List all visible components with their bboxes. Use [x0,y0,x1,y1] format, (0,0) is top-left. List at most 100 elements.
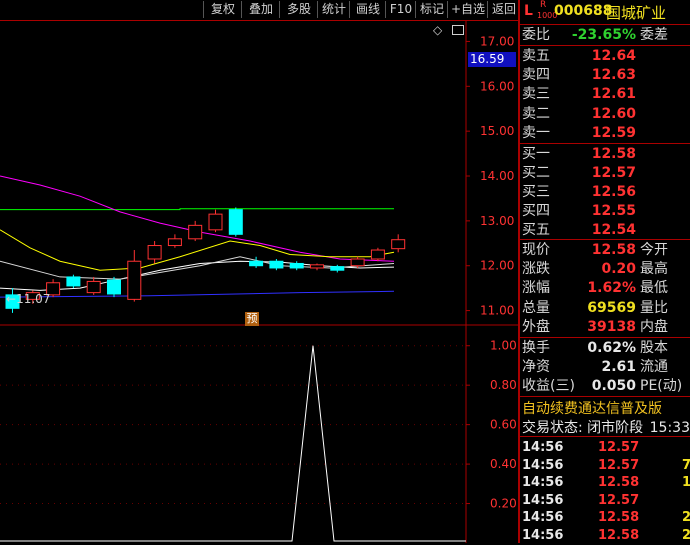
low-marker-value: 11.07 [16,292,51,306]
ma-line-green [0,208,394,211]
fund-row-value: 2.61 [601,359,636,375]
weibi-label: 委比 [522,27,550,43]
quote-row-label: 现价 [522,242,550,258]
price-tag: 16.59 [468,52,516,67]
ask-row: 卖四 12.63 [520,66,690,84]
quote-row-value: 12.58 [591,242,636,258]
notice-banner[interactable]: 自动续费通达信普及版 [522,398,662,418]
tick-volume: 2 [682,510,690,526]
fund-row-label2: 股本 [640,340,668,356]
tick-time: 14:56 [522,457,564,473]
tick-time: 14:56 [522,475,564,491]
quote-row-label2: 量比 [640,299,668,316]
window-icon[interactable] [452,25,464,35]
candle-body-down [289,262,304,269]
fund-row-label2: PE(动) [640,378,683,394]
bid-row-value: 12.58 [591,146,636,162]
ask-row-value: 12.63 [591,67,636,84]
quote-row: 总量 69569 量比 [520,299,690,317]
price-axis-label: 14.00 [480,169,514,183]
quote-row-label2: 今开 [640,242,668,258]
fund-row: 收益(三) 0.050 PE(动) [520,377,690,395]
candle-body-up [127,260,142,300]
tick-price: 12.57 [598,492,640,508]
ask-row: 卖一 12.59 [520,124,690,142]
candle-body-up [188,224,203,240]
fund-row: 换手 0.62% 股本 [520,339,690,357]
sub-axis-label: 0.80 [490,378,517,392]
ask-row-label: 卖二 [522,105,550,122]
toolbar-button-3[interactable]: 统计 [317,1,350,18]
sub-axis-label: 0.20 [490,497,517,511]
trade-status-text: 交易状态: 闭市阶段 [522,420,644,436]
quote-row-value: 69569 [587,299,636,316]
low-marker-label: ←11.07 [6,292,51,306]
bid-row: 买四 12.55 [520,202,690,220]
sub-series-line [0,345,466,542]
tick-price: 12.58 [598,510,640,526]
trade-status: 交易状态: 闭市阶段 15:33 [522,417,690,437]
candle-body-down [249,260,264,267]
candle-body-down [228,209,243,235]
kline-chart[interactable]: 17.00 16.00 15.00 14.00 13.00 12.00 11.00 1.00 0… [0,20,518,543]
bid-row-value: 12.57 [591,165,636,181]
fund-row: 净资 2.61 流通 [520,358,690,376]
tick-volume: 7 [682,457,690,473]
divider [520,396,690,397]
tick-volume: 2 [682,528,690,543]
ask-row-value: 12.59 [591,124,636,141]
fund-row-label: 换手 [522,340,550,356]
ask-row-value: 12.64 [591,48,636,64]
fund-row-label: 收益(三) [522,378,575,394]
pre-badge: 预 [245,312,259,326]
bid-row-label: 买二 [522,165,550,181]
divider [520,24,690,25]
stock-code: 000688 [554,3,613,19]
tick-time: 14:56 [522,492,564,508]
fund-row-value: 0.050 [591,378,636,394]
toolbar-button-0[interactable]: 复权 [203,1,242,18]
divider [520,436,690,437]
ask-row: 卖二 12.60 [520,105,690,123]
quote-row-label2: 最高 [640,261,668,278]
price-axis-label: 12.00 [480,259,514,273]
fund-row-label: 净资 [522,359,550,375]
tick-time: 14:56 [522,440,564,455]
candle-body-down [107,279,121,295]
tick-price: 12.57 [598,457,640,473]
ask-row: 卖五 12.64 [520,47,690,65]
sub-axis-label: 0.40 [490,457,517,471]
ask-row: 卖三 12.61 [520,85,690,103]
stock-name: 国城矿业 [606,4,667,22]
diamond-icon[interactable]: ◇ [433,23,442,37]
divider [520,239,690,240]
candle-body-up [208,213,223,231]
toolbar-button-7[interactable]: +自选 [447,1,488,18]
bid-row-label: 买五 [522,222,550,238]
toolbar-button-5[interactable]: F10 [385,1,416,18]
r-badge-top: R [540,0,547,10]
tick-time: 14:56 [522,510,564,526]
bid-row-label: 买四 [522,203,550,219]
bid-row-value: 12.56 [591,184,636,200]
quote-row-label: 总量 [522,299,550,316]
chart-area[interactable]: 17.00 16.00 15.00 14.00 13.00 12.00 11.00 1.00 0… [0,20,518,543]
bid-row-label: 买一 [522,146,550,162]
toolbar-button-6[interactable]: 标记 [415,1,448,18]
toolbar-button-8[interactable]: 返回 [487,1,520,18]
divider [520,143,690,144]
ask-row-label: 卖三 [522,86,550,103]
quote-row: 现价 12.58 今开 [520,241,690,259]
quote-panel: L R 1000 000688 国城矿业 委比 -23.65% 委差 卖五 12.… [518,0,690,543]
candle-body-down [269,260,284,269]
toolbar-button-2[interactable]: 多股 [279,1,318,18]
quote-row-label2: 内盘 [640,318,668,335]
trade-tick-row: 14:56 12.57 7 [520,457,690,475]
weicha-label: 委差 [640,27,668,43]
price-axis-label: 11.00 [480,304,514,318]
toolbar-button-4[interactable]: 画线 [349,1,386,18]
toolbar-button-1[interactable]: 叠加 [241,1,280,18]
candle-body-up [350,258,365,267]
bid-row: 买二 12.57 [520,164,690,182]
weibi-value: -23.65% [571,27,636,43]
